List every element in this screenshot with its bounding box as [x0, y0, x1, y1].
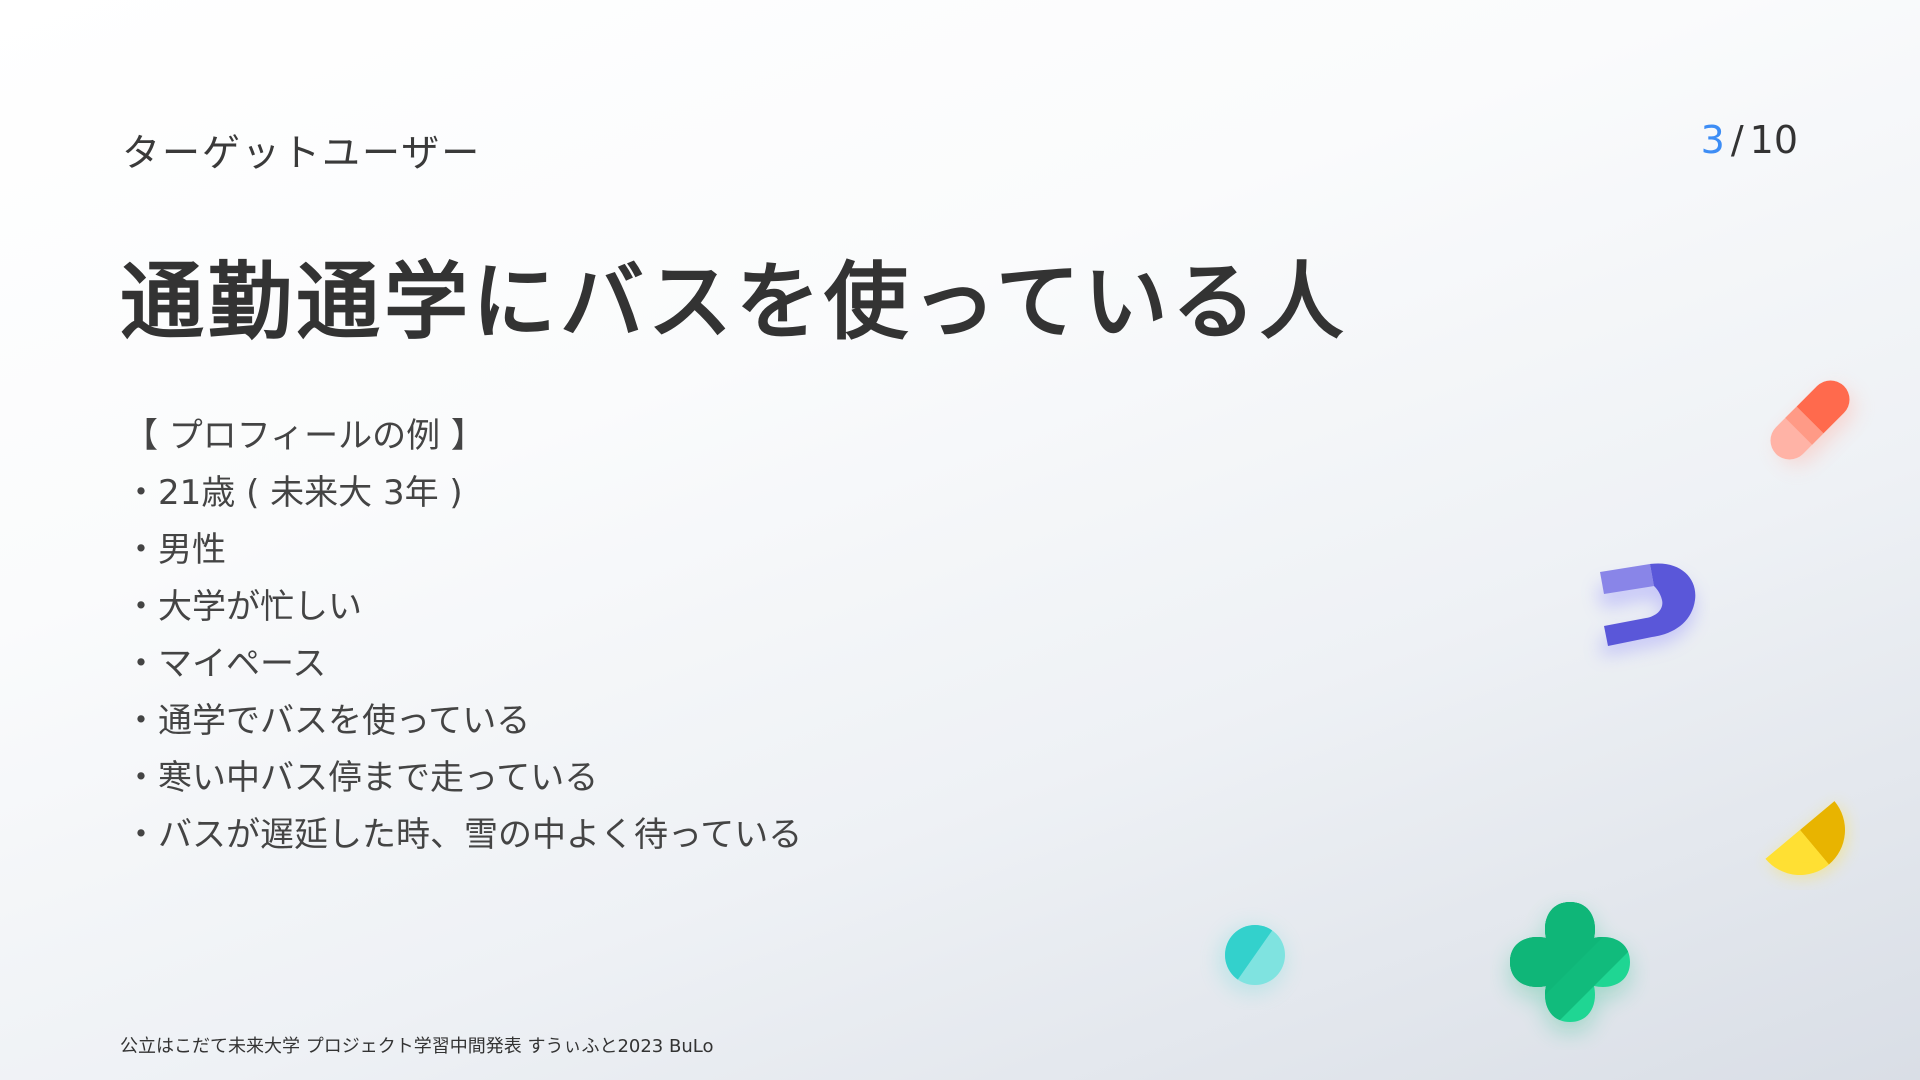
clover-icon: [1510, 902, 1630, 1032]
footer-credit: 公立はこだて未来大学 プロジェクト学習中間発表 すうぃふと2023 BuLo: [120, 1036, 714, 1057]
list-item: ・21歳 ( 未来大 3年 ): [124, 473, 463, 513]
slide: ターゲットユーザー 3/10 通勤通学にバスを使っている人 【 プロフィールの例…: [0, 0, 1920, 1080]
list-item: ・通学でバスを使っている: [124, 701, 531, 741]
list-item: ・マイペース: [124, 644, 327, 684]
profile-list: 【 プロフィールの例 】 ・21歳 ( 未来大 3年 ) ・男性 ・大学が忙しい…: [124, 408, 802, 864]
page-total: 10: [1749, 118, 1798, 162]
teal-circle-icon: [1218, 925, 1286, 994]
list-item: ・バスが遅延した時、雪の中よく待っている: [124, 815, 803, 855]
list-item: ・寒い中バス停まで走っている: [124, 758, 599, 798]
half-circle-icon: [1765, 801, 1848, 879]
list-item: ・大学が忙しい: [124, 587, 362, 627]
page-current: 3: [1700, 118, 1725, 162]
page-separator: /: [1730, 118, 1744, 162]
section-label: ターゲットユーザー: [122, 131, 482, 175]
magnet-icon: [1598, 563, 1696, 656]
page-counter: 3/10: [1701, 118, 1798, 162]
page-title: 通勤通学にバスを使っている人: [120, 253, 1348, 351]
capsule-icon: [1770, 380, 1855, 465]
list-item: ・男性: [124, 530, 226, 570]
profile-heading: 【 プロフィールの例 】: [124, 416, 485, 456]
